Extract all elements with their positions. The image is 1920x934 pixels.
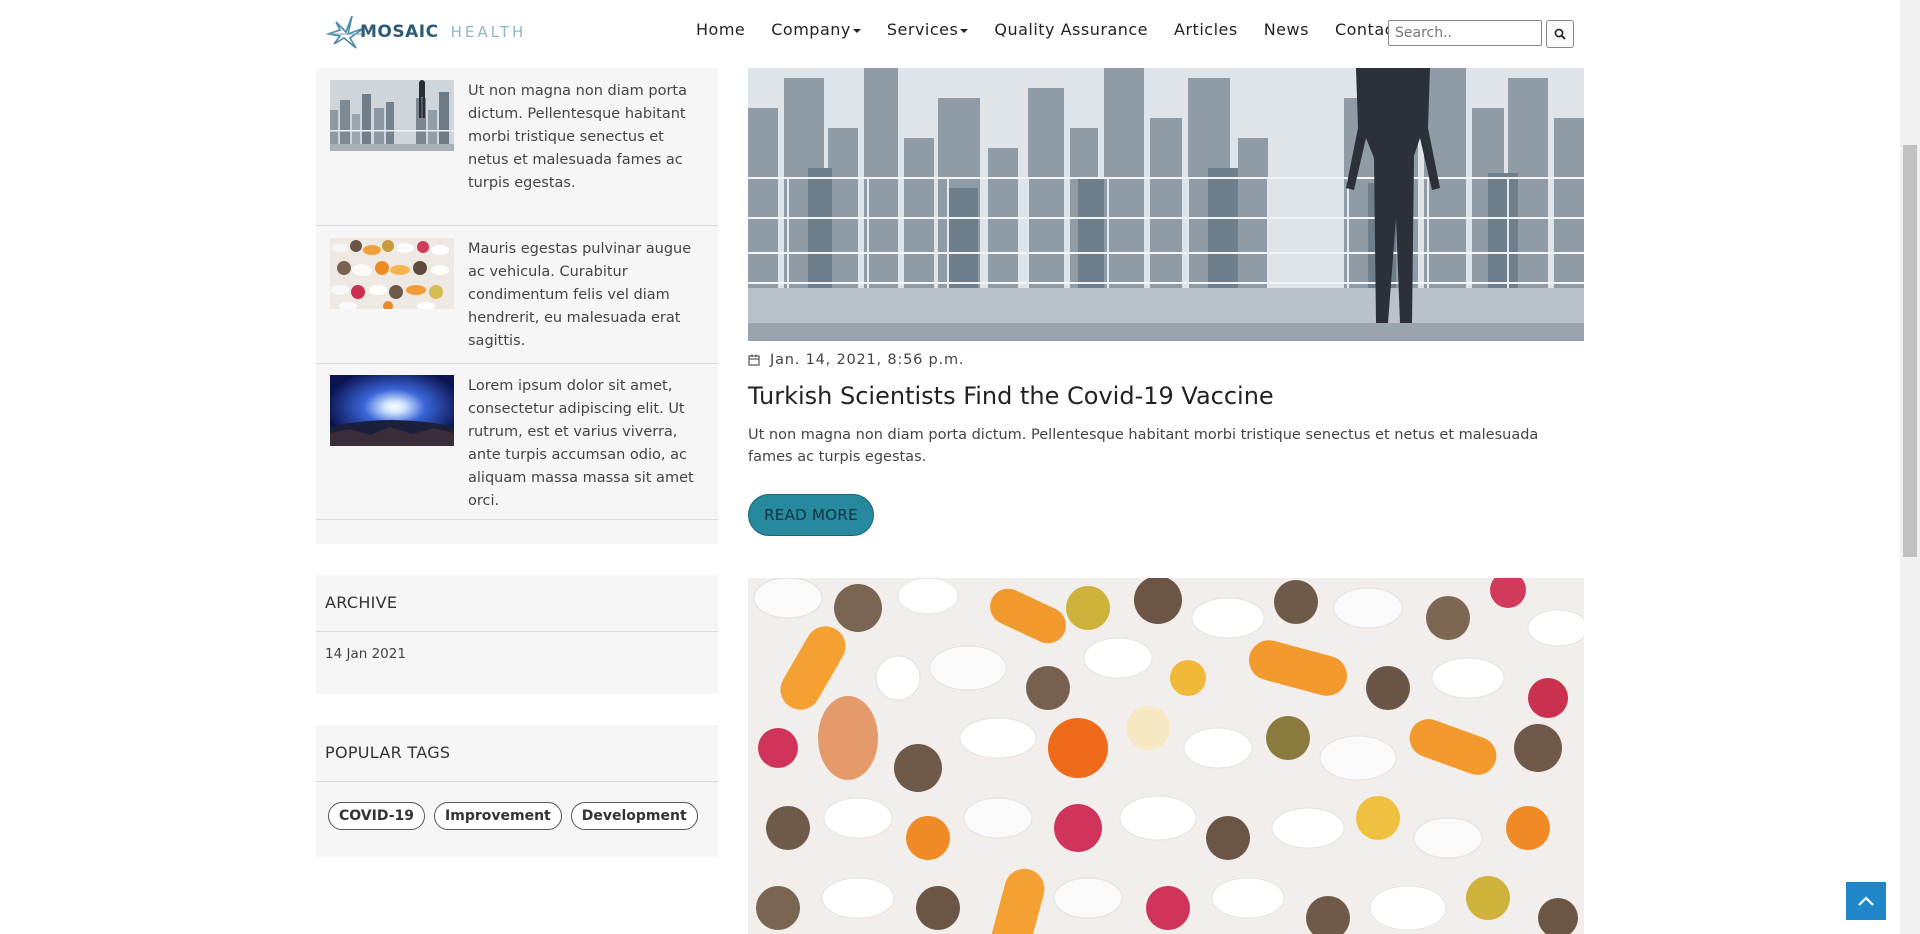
logo-text-primary: MOSAIC: [360, 22, 439, 42]
recent-post-thumbnail[interactable]: [330, 80, 454, 151]
chevron-up-icon: [1858, 896, 1874, 906]
nav-news[interactable]: News: [1264, 20, 1309, 39]
main-nav: Home Company Services Quality Assurance …: [696, 20, 1427, 39]
search-form: [1388, 20, 1574, 48]
post-date-text: Jan. 14, 2021, 8:56 p.m.: [770, 352, 965, 368]
popular-tags-widget: POPULAR TAGS COVID-19 Improvement Develo…: [316, 725, 718, 857]
scrollbar-thumb[interactable]: [1903, 145, 1917, 557]
recent-post-excerpt[interactable]: Lorem ipsum dolor sit amet, consectetur …: [468, 375, 708, 513]
read-more-button[interactable]: READ MORE: [748, 494, 874, 536]
post-excerpt: Ut non magna non diam porta dictum. Pell…: [748, 427, 1539, 465]
recent-post-thumbnail[interactable]: [330, 238, 454, 309]
nav-quality-assurance[interactable]: Quality Assurance: [994, 20, 1148, 39]
site-logo[interactable]: MOSAIC HEALTH: [326, 14, 570, 50]
popular-tags-title: POPULAR TAGS: [316, 725, 718, 782]
recent-post-item[interactable]: Mauris egestas pulvinar augue ac vehicul…: [316, 226, 718, 364]
nav-company[interactable]: Company: [771, 20, 861, 39]
recent-post-item[interactable]: Ut non magna non diam porta dictum. Pell…: [316, 68, 718, 226]
post-title[interactable]: Turkish Scientists Find the Covid-19 Vac…: [748, 382, 1274, 410]
nav-services-label: Services: [886, 20, 959, 39]
nav-company-label: Company: [771, 20, 851, 39]
recent-post-excerpt[interactable]: Mauris egestas pulvinar augue ac vehicul…: [468, 238, 708, 353]
back-to-top-button[interactable]: [1846, 882, 1886, 920]
logo-text-secondary: HEALTH: [450, 23, 527, 41]
tag-covid-19[interactable]: COVID-19: [328, 802, 426, 830]
recent-posts-widget: Ut non magna non diam porta dictum. Pell…: [316, 68, 718, 544]
archive-link[interactable]: 14 Jan 2021: [316, 632, 718, 676]
tag-development[interactable]: Development: [570, 802, 698, 830]
caret-down-icon: [960, 28, 969, 33]
search-button[interactable]: [1546, 20, 1574, 48]
search-input[interactable]: [1388, 20, 1542, 46]
nav-home[interactable]: Home: [696, 20, 745, 39]
post-date: Jan. 14, 2021, 8:56 p.m.: [748, 352, 964, 368]
archive-widget: ARCHIVE 14 Jan 2021: [316, 575, 718, 694]
nav-services[interactable]: Services: [886, 20, 969, 39]
post-featured-image[interactable]: [748, 68, 1584, 341]
post-featured-image[interactable]: [748, 578, 1584, 934]
nav-articles[interactable]: Articles: [1174, 20, 1238, 39]
site-header: MOSAIC HEALTH Home Company Services Qual…: [0, 0, 1900, 68]
city-balcony-image: [748, 68, 1584, 341]
pills-image: [330, 238, 454, 309]
city-skyline-image: [330, 80, 454, 151]
recent-post-excerpt[interactable]: Ut non magna non diam porta dictum. Pell…: [468, 80, 708, 195]
caret-down-icon: [852, 28, 861, 33]
space-planet-image: [330, 375, 454, 446]
tag-list: COVID-19 Improvement Development: [316, 782, 718, 830]
recent-post-thumbnail[interactable]: [330, 375, 454, 446]
search-icon: [1554, 28, 1566, 40]
recent-post-item[interactable]: Lorem ipsum dolor sit amet, consectetur …: [316, 364, 718, 520]
calendar-icon: [748, 354, 760, 366]
pills-image: [748, 578, 1584, 934]
archive-title: ARCHIVE: [316, 575, 718, 632]
tag-improvement[interactable]: Improvement: [434, 802, 562, 830]
